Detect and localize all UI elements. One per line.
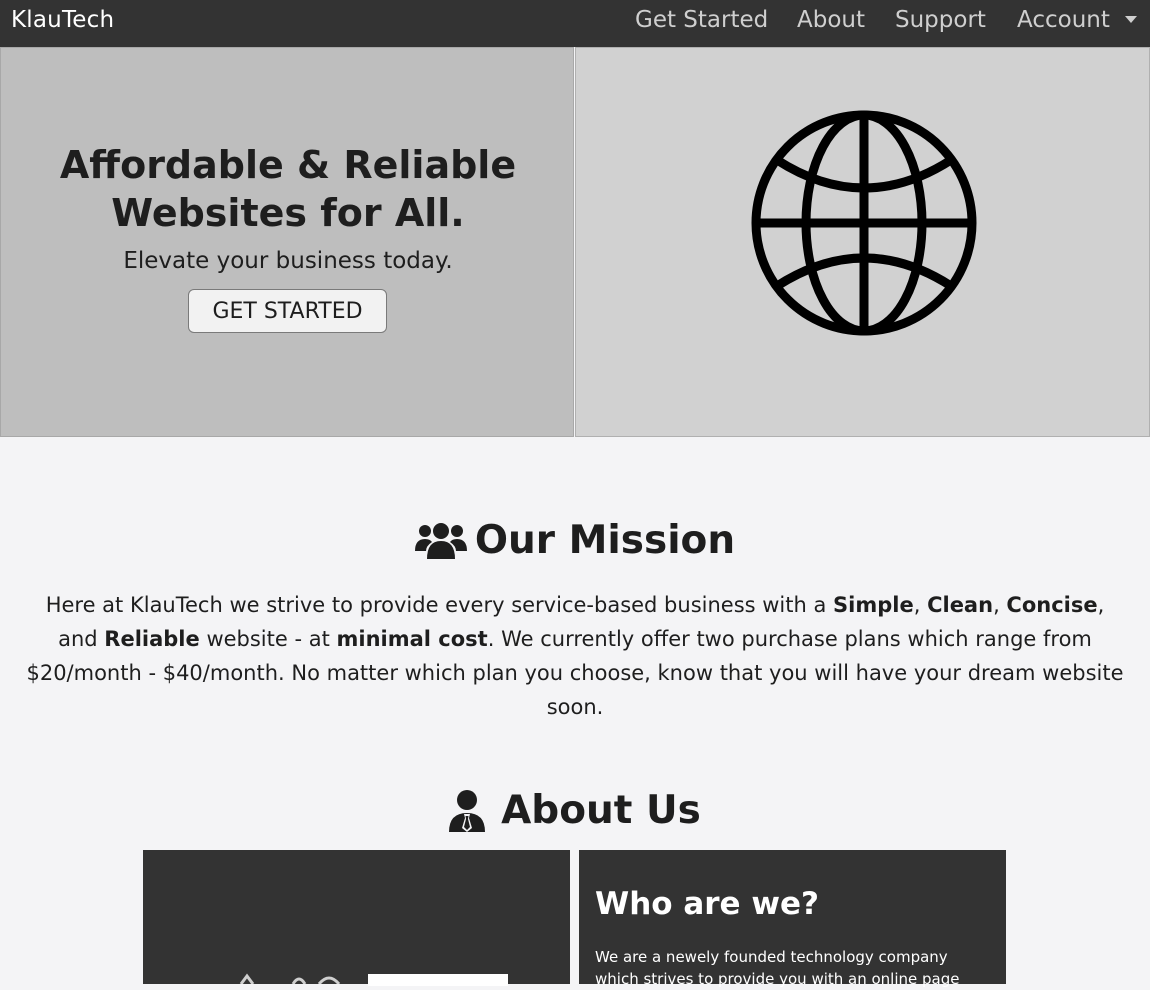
mission-emph-reliable: Reliable bbox=[104, 627, 200, 651]
nav-about[interactable]: About bbox=[797, 7, 865, 33]
about-image bbox=[368, 974, 508, 986]
nav-account-dropdown[interactable]: Account bbox=[1017, 7, 1110, 33]
who-are-we-card: Who are we? We are a newely founded tech… bbox=[579, 850, 1006, 988]
nav-support[interactable]: Support bbox=[895, 7, 986, 33]
mission-emph-minimal-cost: minimal cost bbox=[336, 627, 488, 651]
hero-title-line-1: Affordable & Reliable bbox=[59, 143, 517, 187]
mission-text-intro: Here at KlauTech we strive to provide ev… bbox=[45, 593, 834, 617]
about-image-card bbox=[143, 850, 570, 986]
users-icon bbox=[414, 522, 467, 559]
mission-text-sep: , bbox=[993, 593, 1007, 617]
hero-title-line-2: Websites for All. bbox=[111, 191, 465, 235]
hero-text-panel: Affordable & Reliable Websites for All. … bbox=[0, 47, 574, 437]
mission-title: Our Mission bbox=[474, 518, 736, 563]
mission-emph-simple: Simple bbox=[833, 593, 914, 617]
brand-logo[interactable]: KlauTech bbox=[11, 7, 114, 33]
get-started-button[interactable]: GET STARTED bbox=[188, 289, 387, 333]
mission-paragraph: Here at KlauTech we strive to provide ev… bbox=[25, 588, 1125, 724]
mission-text-mid: website - at bbox=[199, 627, 337, 651]
hero-title: Affordable & Reliable Websites for All. bbox=[1, 141, 575, 237]
top-navbar: KlauTech Get Started About Support Accou… bbox=[0, 0, 1150, 47]
hero-subtitle: Elevate your business today. bbox=[123, 248, 453, 274]
globe-icon bbox=[751, 110, 977, 336]
logo-image bbox=[239, 973, 341, 984]
chevron-down-icon[interactable] bbox=[1125, 16, 1137, 23]
user-tie-icon bbox=[449, 789, 486, 832]
who-are-we-text: We are a newely founded technology compa… bbox=[595, 948, 960, 988]
who-are-we-title: Who are we? bbox=[595, 886, 820, 922]
hero-image-panel bbox=[575, 47, 1150, 437]
nav-get-started[interactable]: Get Started bbox=[635, 7, 768, 33]
mission-emph-concise: Concise bbox=[1006, 593, 1098, 617]
mission-text-sep: , bbox=[913, 593, 928, 617]
mission-emph-clean: Clean bbox=[927, 593, 994, 617]
mission-heading: Our Mission bbox=[0, 518, 1150, 568]
about-title: About Us bbox=[501, 788, 701, 833]
about-heading: About Us bbox=[0, 788, 1150, 838]
